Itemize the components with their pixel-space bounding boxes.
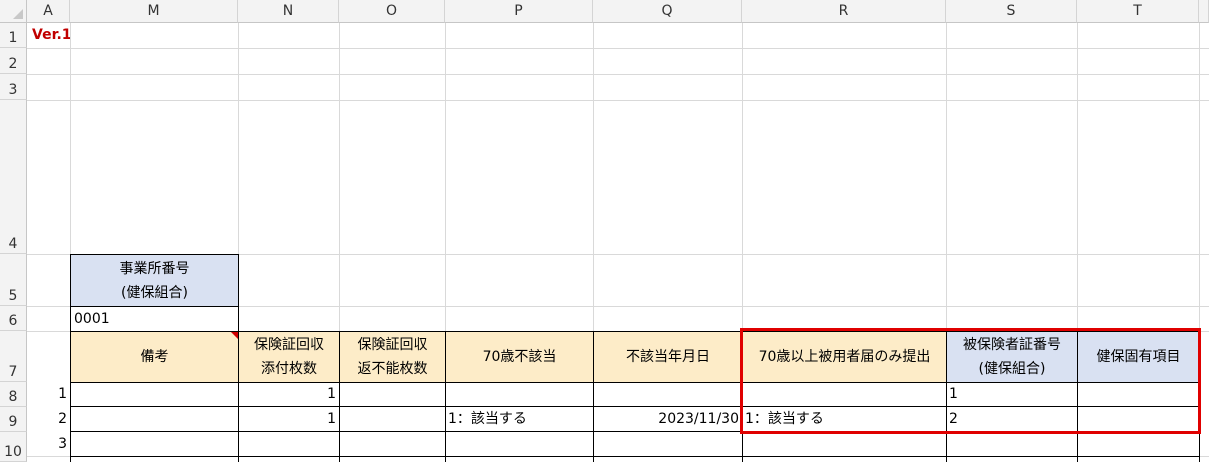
attached-count-cell[interactable]: 1 (238, 407, 339, 432)
gridline (27, 74, 1209, 75)
age70-not-applicable-cell[interactable] (445, 382, 593, 407)
age70-not-applicable-cell[interactable] (445, 432, 593, 457)
unreturnable-count-cell[interactable] (339, 382, 445, 407)
column-header-a[interactable]: A (27, 0, 70, 23)
column-header-t[interactable]: T (1077, 0, 1199, 23)
header-cert-collect-attached-line1: 保険証回収 (254, 337, 324, 353)
header-cert-collect-unreturnable[interactable]: 保険証回収 返不能枚数 (339, 331, 446, 383)
column-header-p[interactable]: P (445, 0, 593, 23)
row-header-3[interactable]: 3 (0, 74, 27, 100)
attached-count-cell[interactable] (238, 432, 339, 457)
insured-cert-number-cell[interactable] (946, 432, 1077, 457)
not-applicable-date-cell[interactable] (593, 432, 742, 457)
column-header-s[interactable]: S (946, 0, 1077, 23)
select-all-icon (13, 9, 23, 19)
spreadsheet[interactable]: A M N O P Q R S T 1 2 3 4 5 6 7 8 9 10 V… (0, 0, 1209, 462)
column-header-m[interactable]: M (70, 0, 238, 23)
kenpo-specific-cell[interactable] (1077, 432, 1199, 457)
row-header-4[interactable]: 4 (0, 100, 27, 254)
column-header-q[interactable]: Q (593, 0, 742, 23)
not-applicable-date-cell[interactable] (593, 382, 742, 407)
office-number-header[interactable]: 事業所番号 (健保組合) (70, 254, 239, 307)
row-header-7[interactable]: 7 (0, 331, 27, 382)
not-applicable-date-cell[interactable]: 2023/11/30 (593, 407, 742, 432)
remarks-cell[interactable] (70, 432, 238, 457)
office-number-header-line2: (健保組合) (121, 284, 188, 301)
column-header-r[interactable]: R (742, 0, 946, 23)
office-number-header-line1: 事業所番号 (119, 260, 190, 277)
row-header-6[interactable]: 6 (0, 306, 27, 331)
version-label[interactable]: Ver.1 (27, 23, 70, 48)
office-number-value[interactable]: 0001 (70, 306, 239, 332)
unreturnable-count-cell[interactable] (339, 432, 445, 457)
header-age70-not-applicable-label: 70歳不該当 (482, 349, 557, 365)
header-not-applicable-date[interactable]: 不該当年月日 (593, 331, 743, 383)
row-header-5[interactable]: 5 (0, 254, 27, 306)
row-number-cell[interactable]: 3 (27, 432, 70, 457)
row-header-9[interactable]: 9 (0, 407, 27, 432)
row-number-cell[interactable]: 2 (27, 407, 70, 432)
attached-count-cell[interactable]: 1 (238, 382, 339, 407)
row-header-1[interactable]: 1 (0, 23, 27, 48)
column-header-o[interactable]: O (339, 0, 445, 23)
row-number-cell[interactable]: 1 (27, 382, 70, 407)
unreturnable-count-cell[interactable] (339, 407, 445, 432)
row-header-10[interactable]: 10 (0, 432, 27, 462)
highlight-box (740, 328, 1201, 434)
header-cert-collect-unreturnable-line1: 保険証回収 (357, 337, 428, 353)
comment-indicator-icon (231, 332, 238, 339)
remarks-cell[interactable] (70, 382, 238, 407)
header-cert-collect-unreturnable-line2: 返不能枚数 (357, 361, 428, 377)
row-header-8[interactable]: 8 (0, 382, 27, 407)
age70-not-applicable-cell[interactable]: 1：該当する (445, 407, 593, 432)
header-remarks[interactable]: 備考 (70, 331, 239, 383)
remarks-cell[interactable] (70, 407, 238, 432)
age70-over-only-cell[interactable] (742, 432, 946, 457)
header-age70-not-applicable[interactable]: 70歳不該当 (445, 331, 594, 383)
select-all-corner[interactable] (0, 0, 27, 23)
header-not-applicable-date-label: 不該当年月日 (626, 349, 710, 365)
gridline (27, 100, 1209, 101)
header-cert-collect-attached[interactable]: 保険証回収 添付枚数 (238, 331, 340, 383)
header-cert-collect-attached-line2: 添付枚数 (261, 361, 317, 377)
gridline (27, 48, 1209, 49)
column-header-n[interactable]: N (238, 0, 339, 23)
header-remarks-label: 備考 (140, 349, 169, 365)
column-header-next[interactable] (1199, 0, 1209, 23)
row-header-2[interactable]: 2 (0, 48, 27, 74)
